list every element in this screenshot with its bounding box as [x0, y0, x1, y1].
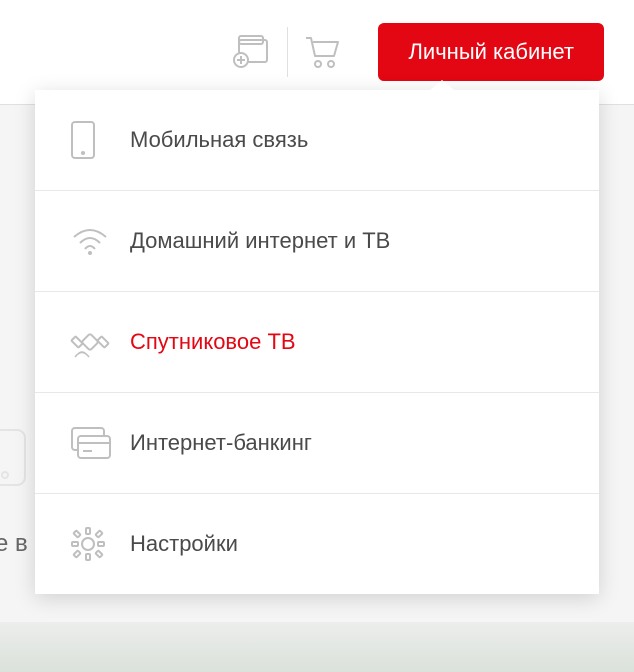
wallet-button[interactable]: [218, 27, 288, 77]
menu-label-satellite-tv: Спутниковое ТВ: [130, 329, 296, 355]
phone-icon: [70, 120, 120, 160]
bg-grass: [0, 622, 634, 672]
satellite-icon: [70, 322, 120, 362]
menu-item-banking[interactable]: Интернет-банкинг: [35, 393, 599, 494]
cart-icon: [304, 34, 342, 70]
account-button[interactable]: Личный кабинет: [378, 23, 604, 81]
menu-label-settings: Настройки: [130, 531, 238, 557]
menu-item-internet-tv[interactable]: Домашний интернет и ТВ: [35, 191, 599, 292]
bg-decoration: [0, 420, 40, 500]
bg-partial-text: е в: [0, 530, 28, 558]
wifi-icon: [70, 221, 120, 261]
menu-label-mobile: Мобильная связь: [130, 127, 308, 153]
menu-item-mobile[interactable]: Мобильная связь: [35, 90, 599, 191]
menu-label-banking: Интернет-банкинг: [130, 430, 312, 456]
gear-icon: [70, 524, 120, 564]
menu-item-satellite-tv[interactable]: Спутниковое ТВ: [35, 292, 599, 393]
cart-button[interactable]: [288, 27, 358, 77]
menu-item-settings[interactable]: Настройки: [35, 494, 599, 594]
card-icon: [70, 423, 120, 463]
menu-label-internet-tv: Домашний интернет и ТВ: [130, 228, 390, 254]
wallet-icon: [233, 34, 273, 70]
account-dropdown: Мобильная связь Домашний интернет и ТВ С…: [35, 90, 599, 594]
